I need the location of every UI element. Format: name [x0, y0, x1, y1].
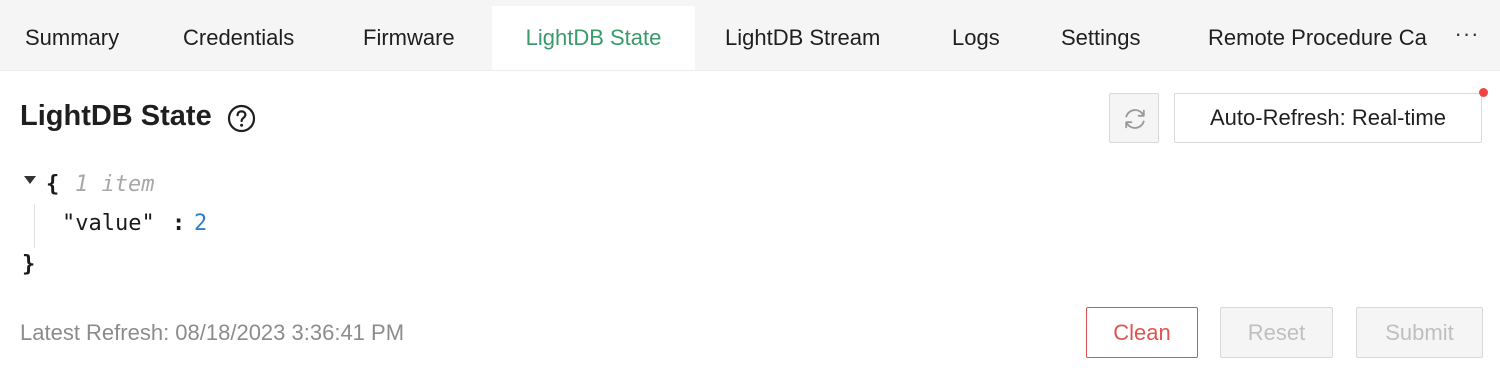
notification-dot — [1479, 88, 1488, 97]
refresh-icon — [1125, 109, 1145, 129]
tab-credentials[interactable]: Credentials — [158, 6, 319, 70]
tab-logs[interactable]: Logs — [927, 6, 1025, 70]
more-tabs-button[interactable]: ··· — [1434, 6, 1500, 70]
tab-remote-procedure-calls[interactable]: Remote Procedure Ca — [1183, 6, 1432, 70]
json-key: "value" — [62, 211, 155, 236]
submit-button[interactable]: Submit — [1356, 307, 1483, 358]
collapse-caret-icon[interactable] — [24, 176, 36, 184]
json-value[interactable]: 2 — [194, 211, 207, 236]
reset-button[interactable]: Reset — [1220, 307, 1333, 358]
page-title: LightDB State — [20, 100, 212, 132]
json-colon: : — [172, 211, 186, 236]
tab-settings[interactable]: Settings — [1036, 6, 1166, 70]
json-indent-guide — [34, 204, 35, 248]
refresh-button[interactable] — [1109, 93, 1159, 143]
latest-refresh-text: Latest Refresh: 08/18/2023 3:36:41 PM — [20, 320, 405, 345]
tab-summary[interactable]: Summary — [0, 6, 144, 70]
question-circle-icon[interactable] — [227, 104, 256, 133]
json-item-count: 1 item — [75, 172, 155, 197]
clean-button[interactable]: Clean — [1086, 307, 1198, 358]
auto-refresh-dropdown[interactable]: Auto-Refresh: Real-time — [1174, 93, 1482, 143]
tab-lightdb-state[interactable]: LightDB State — [492, 6, 695, 70]
tab-list: Summary Credentials Firmware LightDB Sta… — [0, 0, 1432, 70]
json-close-brace: } — [22, 252, 36, 277]
tab-firmware[interactable]: Firmware — [338, 6, 480, 70]
tab-bar: Summary Credentials Firmware LightDB Sta… — [0, 0, 1500, 71]
json-open-brace: { — [46, 172, 60, 197]
tab-lightdb-stream[interactable]: LightDB Stream — [700, 6, 905, 70]
